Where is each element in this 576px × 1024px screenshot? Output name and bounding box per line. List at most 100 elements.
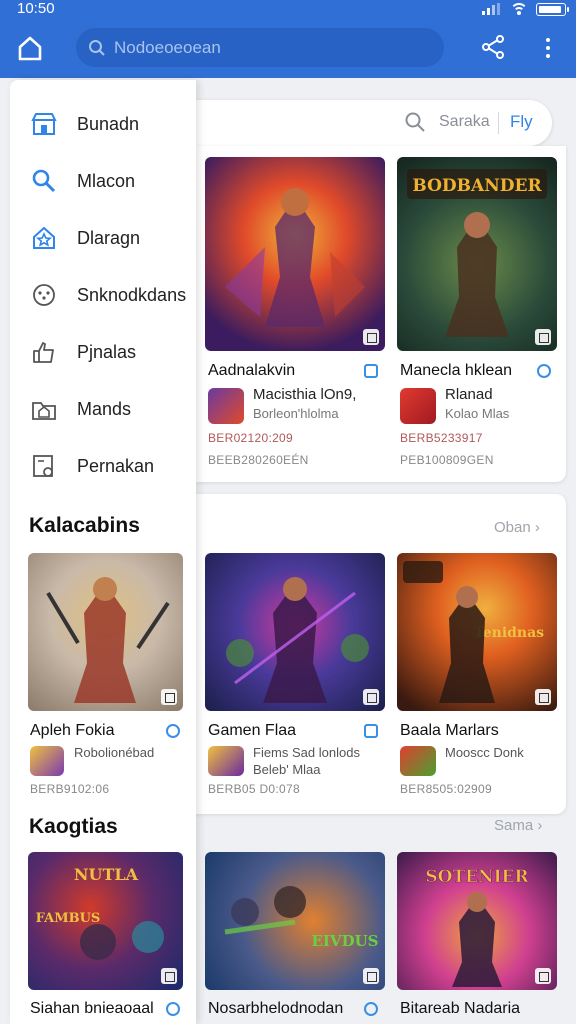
svg-text:FAMBUS: FAMBUS: [36, 911, 101, 926]
section-title: Kalacabins: [29, 514, 140, 537]
game-thumbnail[interactable]: SOTENIER: [397, 852, 557, 990]
home-icon[interactable]: [14, 32, 46, 64]
svg-text:EIVDUS: EIVDUS: [311, 932, 378, 950]
search-input[interactable]: [114, 37, 414, 58]
game-thumbnail[interactable]: [28, 553, 183, 711]
download-icon[interactable]: [364, 1002, 378, 1016]
game-category: Beleb' Mlaa: [253, 762, 321, 777]
hero-art-icon: NUTLA FAMBUS: [36, 865, 164, 960]
game-meta-secondary: BEEB280260EÉN: [208, 453, 309, 467]
game-meta: BERB05 D0:078: [208, 782, 300, 796]
drawer-item-snknodkdans[interactable]: Snknodkdans: [10, 273, 196, 317]
game-category: Borleon'hlolma: [253, 406, 339, 421]
drawer-item-bunadn[interactable]: Bunadn: [10, 102, 196, 146]
hero-art-icon: [225, 188, 365, 327]
more-menu-icon[interactable]: [538, 35, 558, 61]
game-developer: Macisthia lOn9,: [253, 386, 357, 403]
bookmark-icon[interactable]: [161, 968, 177, 984]
game-meta: BERB9102:06: [30, 782, 110, 796]
game-developer: Robolionébad: [74, 745, 155, 760]
wifi-icon: [510, 2, 528, 16]
svg-text:BODBANDER: BODBANDER: [412, 176, 542, 196]
drawer-item-label: Pjnalas: [77, 341, 137, 362]
svg-text:NUTLA: NUTLA: [74, 865, 139, 884]
filter-bar: Saraka Fly: [196, 100, 552, 146]
game-title: Nosarbhelodnodan: [208, 1000, 344, 1017]
filter-button[interactable]: Fly: [510, 112, 533, 132]
search-icon[interactable]: [404, 111, 426, 133]
drawer-item-mands[interactable]: Mands: [10, 387, 196, 431]
section-more-link[interactable]: Oban ›: [494, 519, 540, 536]
search-bar[interactable]: [76, 28, 444, 67]
app-bar: [0, 18, 576, 78]
store-icon: [31, 113, 57, 135]
game-thumbnail[interactable]: EIVDUS: [205, 852, 385, 990]
hero-art-icon: [46, 577, 170, 703]
bookmark-icon[interactable]: [363, 689, 379, 705]
game-icon: [208, 388, 244, 424]
drawer-item-pernakan[interactable]: Pernakan: [10, 444, 196, 488]
bookmark-icon[interactable]: [363, 968, 379, 984]
bookmark-icon[interactable]: [535, 968, 551, 984]
game-title: Siahan bnieaoaal: [30, 1000, 154, 1017]
more-label: Oban: [494, 519, 531, 536]
game-thumbnail[interactable]: [205, 553, 385, 711]
status-icons: [482, 2, 569, 16]
download-icon[interactable]: [166, 724, 180, 738]
download-icon[interactable]: [364, 724, 378, 738]
drawer-item-label: Dlaragn: [77, 227, 141, 248]
download-icon[interactable]: [364, 364, 378, 378]
share-icon[interactable]: [480, 34, 506, 60]
game-icon: [208, 746, 244, 776]
drawer-item-label: Pernakan: [77, 455, 155, 476]
drawer-item-label: Snknodkdans: [77, 284, 187, 305]
bookmark-icon[interactable]: [535, 329, 551, 345]
drawer-item-label: Bunadn: [77, 113, 140, 134]
drawer-item-mlacon[interactable]: Mlacon: [10, 159, 196, 203]
game-icon: [400, 388, 436, 424]
star-house-icon: [33, 226, 55, 249]
game-developer: Rlanad: [445, 386, 493, 403]
download-icon[interactable]: [537, 364, 551, 378]
download-icon[interactable]: [166, 1002, 180, 1016]
bookmark-icon[interactable]: [161, 689, 177, 705]
game-thumbnail[interactable]: [205, 157, 385, 351]
hero-art-icon: Tenidnas: [403, 561, 544, 703]
status-time: 10:50: [17, 0, 55, 17]
search-icon: [32, 169, 56, 193]
game-meta: BER02120:209: [208, 431, 293, 445]
folder-icon: [32, 402, 56, 420]
section-title: Kaogtias: [29, 815, 118, 838]
bookmark-icon[interactable]: [535, 689, 551, 705]
game-meta: BERB5233917: [400, 431, 483, 445]
game-title: Aadnalakvin: [208, 362, 296, 379]
game-meta: BER8505:02909: [400, 782, 492, 796]
drawer-item-label: Mands: [77, 398, 132, 419]
hero-art-icon: SOTENIER: [425, 867, 530, 987]
game-thumbnail[interactable]: NUTLA FAMBUS: [28, 852, 183, 990]
svg-text:SOTENIER: SOTENIER: [425, 867, 529, 887]
more-label: Sama: [494, 817, 534, 834]
status-bar: 10:50: [0, 0, 576, 18]
signal-icon: [482, 3, 502, 15]
game-thumbnail[interactable]: BODBANDER: [397, 157, 557, 351]
drawer-item-dlaragn[interactable]: Dlaragn: [10, 216, 196, 260]
game-title: Bitareab Nadaria: [400, 1000, 521, 1017]
hero-art-icon: [226, 577, 369, 703]
thumbs-up-icon: [33, 342, 54, 363]
hero-art-icon: EIVDUS: [224, 886, 379, 950]
divider: [498, 112, 499, 134]
hero-art-icon: BODBANDER: [407, 169, 547, 337]
game-meta-secondary: PEB100809GEN: [400, 453, 494, 467]
game-thumbnail[interactable]: Tenidnas: [397, 553, 557, 711]
game-developer: Fiems Sad lonlods: [253, 745, 360, 760]
search-icon: [89, 39, 105, 56]
filter-label[interactable]: Saraka: [439, 113, 490, 131]
game-icon: [30, 746, 64, 776]
bookmark-icon[interactable]: [363, 329, 379, 345]
drawer-item-pjnalas[interactable]: Pjnalas: [10, 330, 196, 374]
settings-doc-icon: [33, 455, 53, 477]
game-title: Manecla hklean: [400, 362, 513, 379]
section-more-link[interactable]: Sama ›: [494, 817, 542, 834]
game-category: Kolao Mlas: [445, 406, 510, 421]
